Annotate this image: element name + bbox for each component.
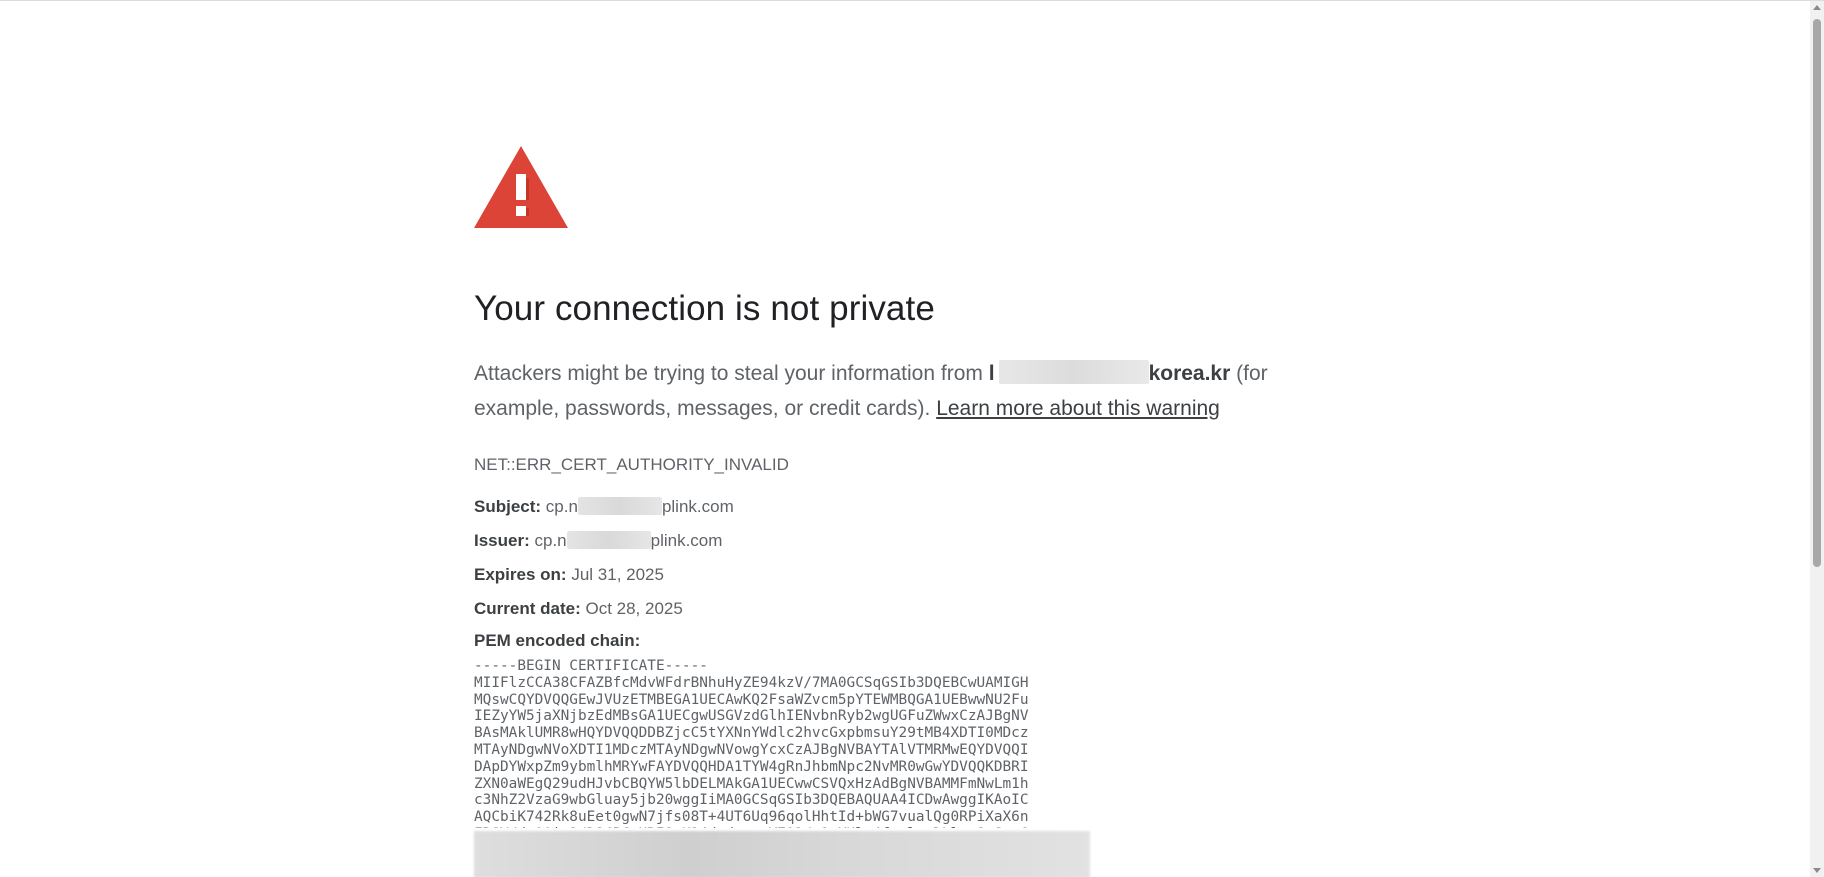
warning-triangle-icon bbox=[474, 146, 568, 228]
redacted-issuer-block bbox=[566, 531, 651, 549]
current-date-value: Oct 28, 2025 bbox=[585, 599, 683, 618]
host-name: l korea.kr bbox=[988, 360, 1231, 385]
vertical-scrollbar[interactable] bbox=[1810, 1, 1824, 877]
pem-chain-label: PEM encoded chain: bbox=[474, 631, 641, 650]
redacted-subject-block bbox=[577, 497, 662, 515]
host-first-char: l bbox=[988, 362, 995, 385]
warning-message: Attackers might be trying to steal your … bbox=[474, 356, 1294, 426]
redacted-host-block bbox=[998, 360, 1149, 384]
learn-more-link[interactable]: Learn more about this warning bbox=[936, 397, 1220, 420]
pem-chain-text: -----BEGIN CERTIFICATE----- MIIFlzCCA38C… bbox=[474, 658, 1029, 828]
certificate-details: Subject: cp.n plink.com Issuer: cp.n plink… bbox=[474, 496, 1294, 828]
issuer-row: Issuer: cp.n plink.com bbox=[474, 530, 1294, 552]
subject-value-suffix: plink.com bbox=[661, 497, 734, 516]
scrollbar-thumb[interactable] bbox=[1813, 19, 1821, 567]
expires-value: Jul 31, 2025 bbox=[571, 565, 664, 584]
scroll-down-arrow-icon[interactable] bbox=[1813, 868, 1821, 873]
issuer-value-suffix: plink.com bbox=[650, 531, 723, 550]
subject-label: Subject: bbox=[474, 497, 542, 516]
message-prefix: Attackers might be trying to steal your … bbox=[474, 362, 989, 385]
error-code: NET::ERR_CERT_AUTHORITY_INVALID bbox=[474, 455, 789, 474]
page-title: Your connection is not private bbox=[474, 289, 935, 328]
issuer-value-prefix: cp.n bbox=[534, 531, 567, 550]
browser-viewport: Your connection is not private Attackers… bbox=[0, 0, 1824, 877]
issuer-label: Issuer: bbox=[474, 531, 530, 550]
host-suffix: korea.kr bbox=[1148, 362, 1231, 385]
expires-row: Expires on: Jul 31, 2025 bbox=[474, 564, 1294, 586]
expires-label: Expires on: bbox=[474, 565, 567, 584]
current-date-label: Current date: bbox=[474, 599, 581, 618]
current-date-row: Current date: Oct 28, 2025 bbox=[474, 598, 1294, 620]
redacted-blur-block bbox=[474, 831, 1090, 877]
subject-row: Subject: cp.n plink.com bbox=[474, 496, 1294, 518]
subject-value-prefix: cp.n bbox=[545, 497, 578, 516]
scroll-up-arrow-icon[interactable] bbox=[1813, 5, 1821, 10]
interstitial-content: Your connection is not private Attackers… bbox=[474, 146, 1294, 828]
